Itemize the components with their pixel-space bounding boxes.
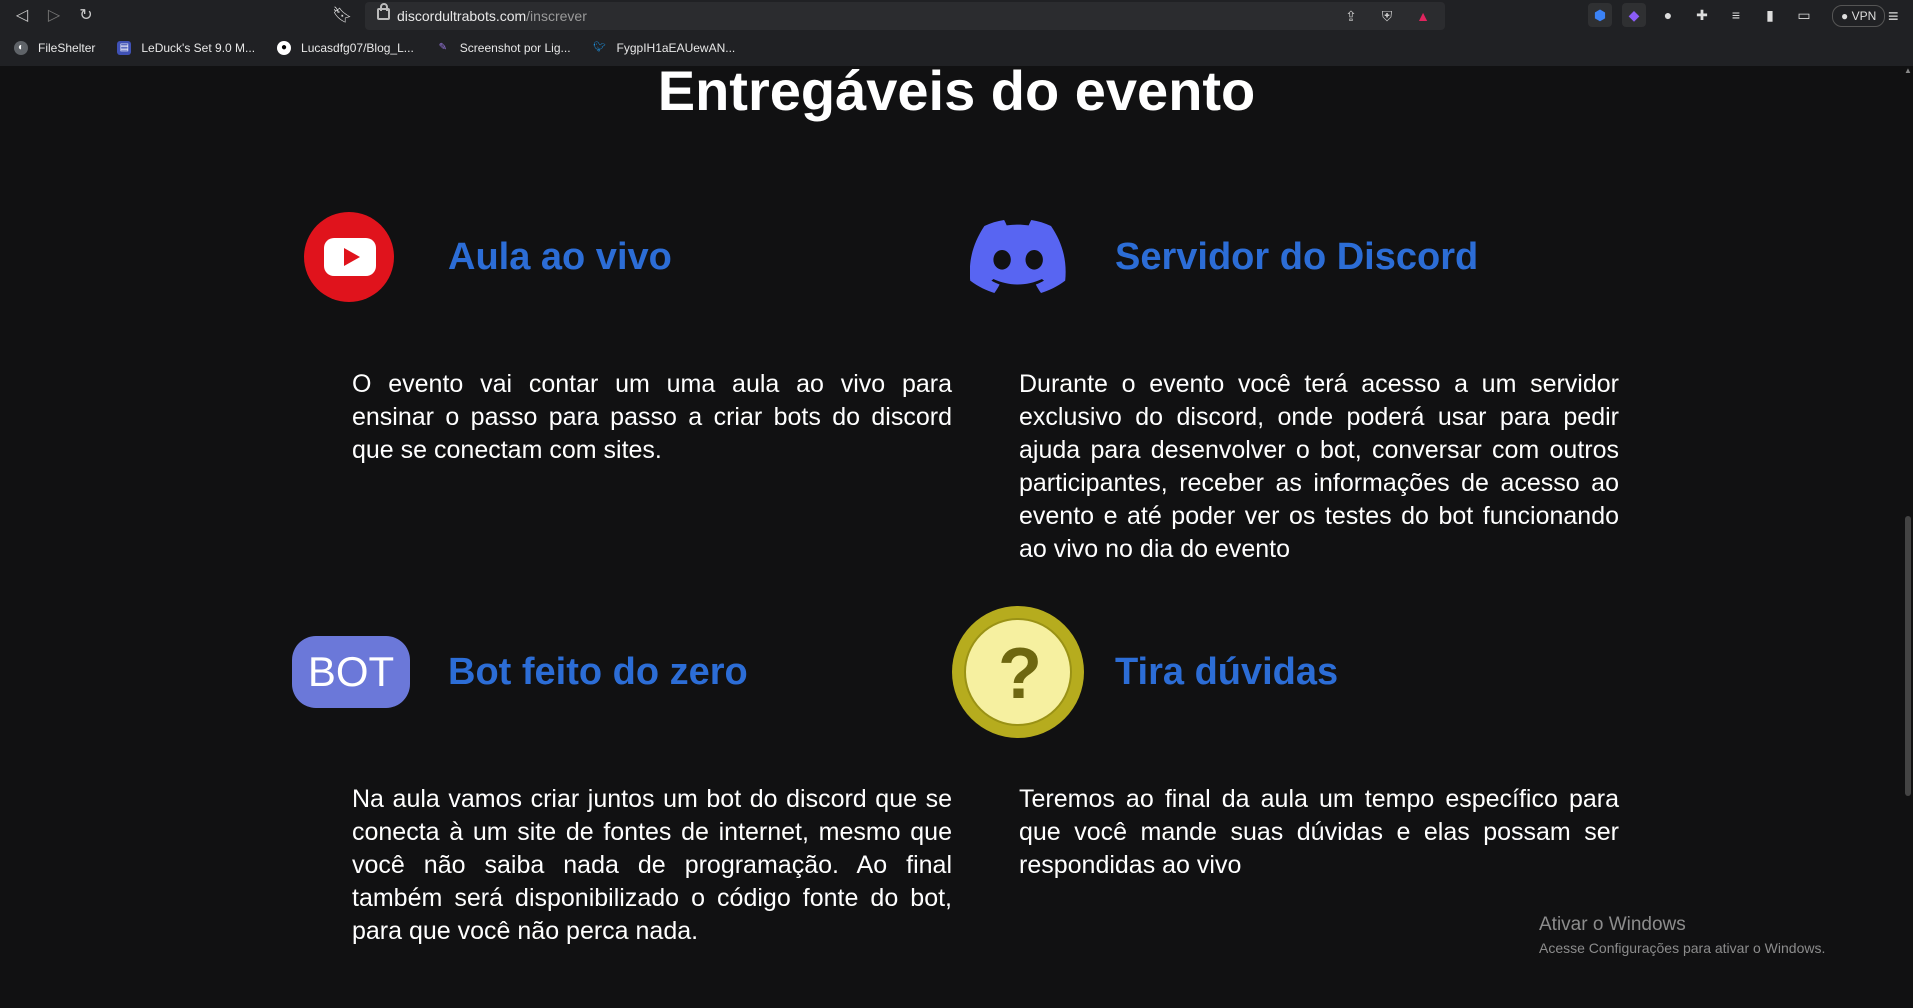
address-bar[interactable]: discordultrabots.com/inscrever ⇪ ⛨ ▲ (365, 2, 1445, 30)
item-description-aula: O evento vai contar um uma aula ao vivo … (352, 370, 952, 464)
item-heading-servidor: Servidor do Discord (1115, 236, 1479, 278)
item-heading-bot: Bot feito do zero (448, 651, 748, 693)
bookmark-item[interactable]: ◐ FileShelter (14, 41, 95, 55)
item-description-bot: Na aula vamos criar juntos um bot do dis… (352, 785, 952, 945)
youtube-icon (304, 212, 394, 302)
vpn-button[interactable]: ● VPN (1832, 5, 1886, 27)
item-heading-aula: Aula ao vivo (448, 236, 672, 278)
windows-activation-title: Ativar o Windows (1539, 914, 1686, 935)
extension-bitwarden-icon[interactable]: ⬢ (1588, 3, 1612, 27)
brave-shield-icon[interactable]: ⛨ (1377, 6, 1397, 26)
sidebar-icon[interactable]: ▮ (1758, 3, 1782, 27)
page-title: Entregáveis do evento (657, 59, 1256, 122)
item-description-duvidas: Teremos ao final da aula um tempo especí… (1019, 785, 1619, 879)
fileshelter-icon: ◐ (14, 41, 28, 55)
wallet-icon[interactable]: ▭ (1792, 3, 1816, 27)
bookmark-icon[interactable]: 🔖︎ (332, 4, 352, 28)
scroll-thumb[interactable] (1905, 516, 1911, 796)
lock-icon (377, 3, 390, 20)
item-heading-duvidas: Tira dúvidas (1115, 651, 1339, 693)
page-scrollbar[interactable]: ▲ (1903, 66, 1913, 1008)
brave-rewards-icon[interactable]: ▲ (1413, 6, 1433, 26)
puzzle-icon[interactable]: ✚ (1690, 3, 1714, 27)
windows-activation-subtitle: Acesse Configurações para ativar o Windo… (1539, 940, 1826, 956)
forward-icon[interactable]: ▷ (42, 4, 66, 28)
menu-icon[interactable]: ≡ (1888, 4, 1899, 28)
extensions-area: ⬢ ◆ ● ✚ ≡ ▮ ▭ (1588, 3, 1816, 27)
bookmark-item[interactable]: ✎ Screenshot por Lig... (436, 41, 571, 55)
back-icon[interactable]: ◁ (10, 4, 34, 28)
bookmark-item[interactable]: ▤ LeDuck's Set 9.0 M... (117, 41, 255, 55)
discord-icon (969, 220, 1066, 294)
twitter-icon: 🐦︎ (593, 42, 606, 53)
extension-icon[interactable]: ● (1656, 3, 1680, 27)
item-description-servidor: Durante o evento você terá acesso a um s… (1019, 370, 1619, 563)
playlist-icon[interactable]: ≡ (1724, 3, 1748, 27)
omnibox-actions: ⇪ ⛨ ▲ (1341, 6, 1433, 26)
bot-icon: BOT (292, 636, 410, 708)
bookmark-item[interactable]: ● Lucasdfg07/Blog_L... (277, 41, 414, 55)
github-icon: ● (277, 41, 292, 55)
browser-chrome: ◁ ▷ ↻ 🔖︎ discordultrabots.com/inscrever … (0, 0, 1913, 66)
bookmarks-bar: ◐ FileShelter ▤ LeDuck's Set 9.0 M... ● Luc… (0, 36, 743, 60)
scroll-up-icon[interactable]: ▲ (1903, 66, 1913, 76)
browser-toolbar: ◁ ▷ ↻ 🔖︎ discordultrabots.com/inscrever … (0, 0, 1913, 32)
question-coin-icon: ? (952, 606, 1084, 738)
extension-purple-icon[interactable]: ◆ (1622, 3, 1646, 27)
share-icon[interactable]: ⇪ (1341, 6, 1361, 26)
url-text[interactable]: discordultrabots.com/inscrever (397, 8, 587, 24)
bookmark-item[interactable]: 🐦︎ FygpIH1aEAUewAN... (593, 41, 735, 55)
feather-icon: ✎ (438, 42, 447, 53)
document-icon: ▤ (117, 41, 132, 55)
reload-icon[interactable]: ↻ (74, 4, 98, 28)
